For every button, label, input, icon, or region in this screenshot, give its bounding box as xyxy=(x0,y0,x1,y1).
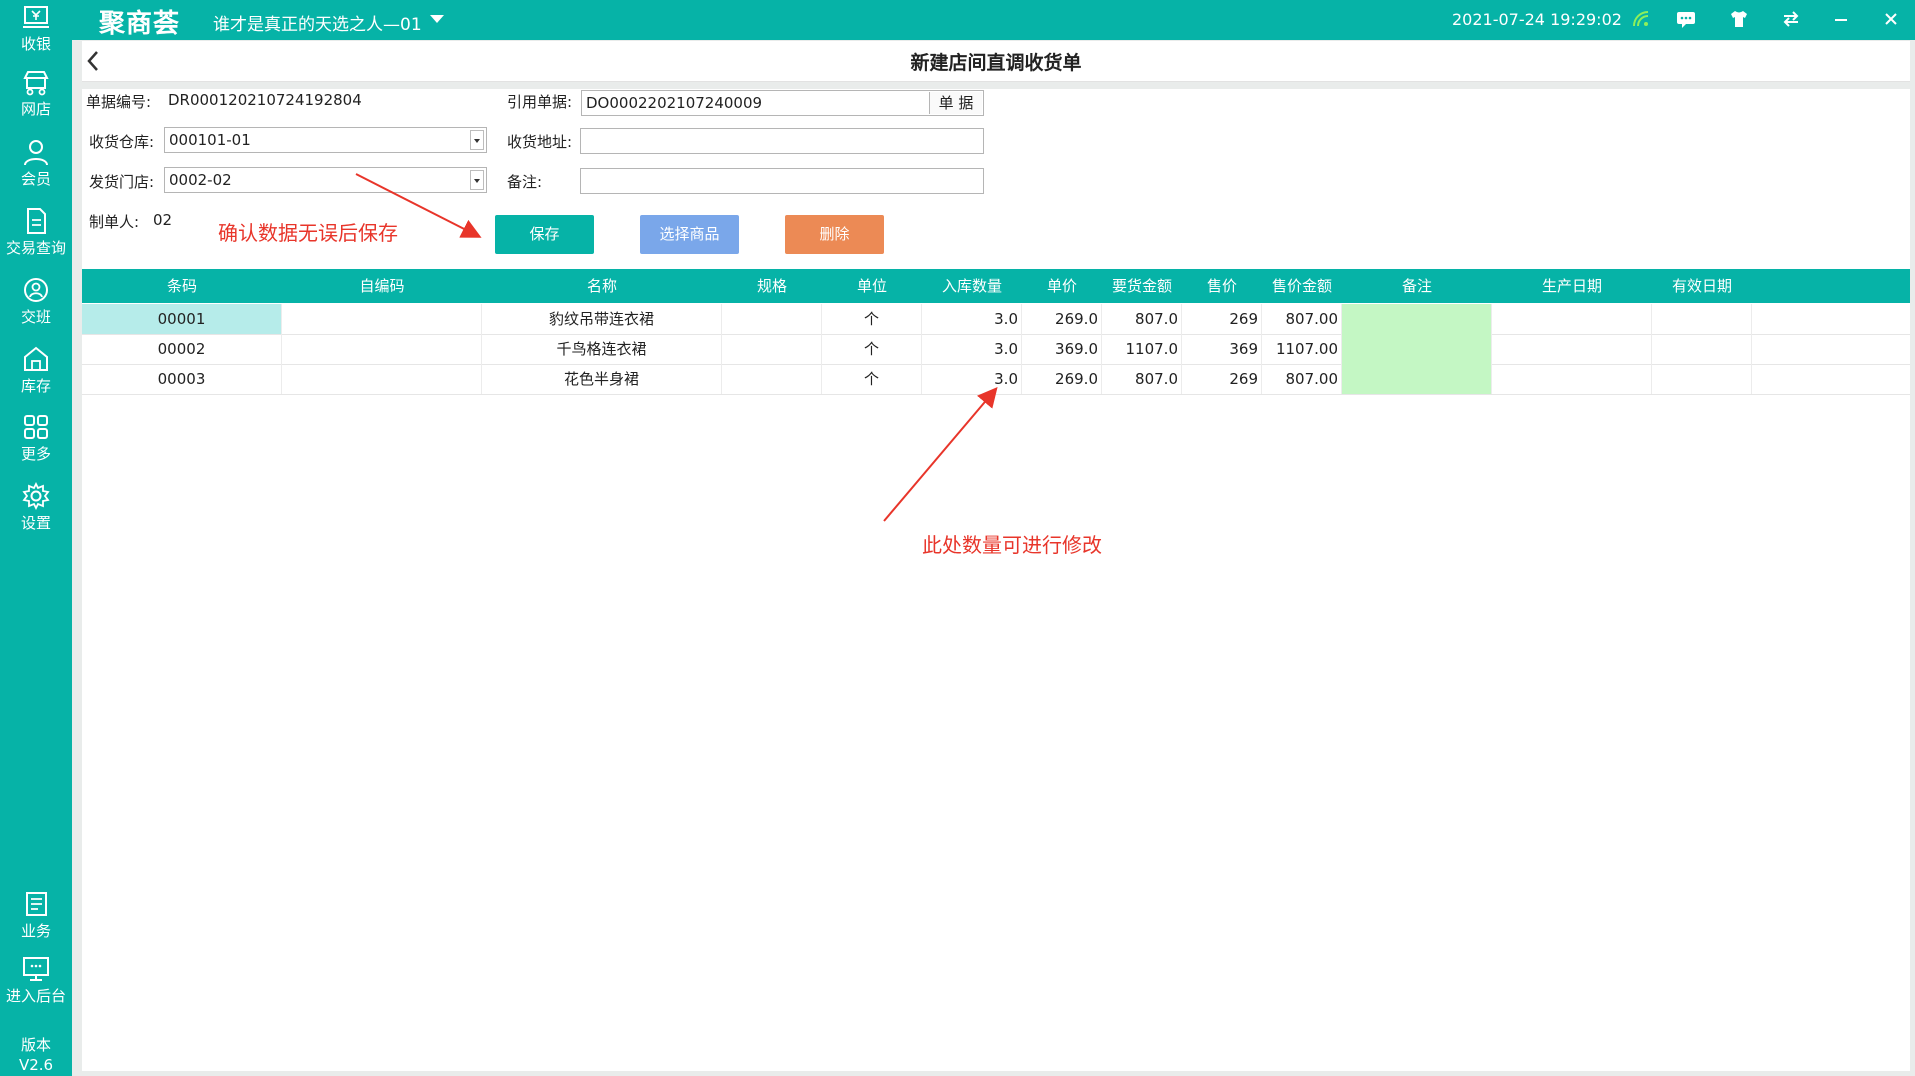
version-number: V2.6 xyxy=(18,1056,54,1074)
sidebar-item-label: 会员 xyxy=(20,170,51,188)
sidebar-item-shift[interactable]: 交班 xyxy=(0,276,72,340)
main-content: 新建店间直调收货单 单据编号: DR000120210724192804 引用单… xyxy=(82,41,1910,1071)
sidebar-item-inventory[interactable]: 库存 xyxy=(0,345,72,409)
message-icon[interactable] xyxy=(1675,8,1697,30)
save-hint-arrow xyxy=(355,173,482,238)
store-name[interactable]: 谁才是真正的天选之人—01 xyxy=(213,10,422,35)
switch-icon[interactable] xyxy=(1780,8,1802,30)
shift-icon xyxy=(24,278,48,302)
sidebar-item-transactions[interactable]: 交易查询 xyxy=(0,207,72,271)
sidebar-item-label: 交班 xyxy=(20,308,51,326)
version-info: 版本 V2.6 xyxy=(0,1035,72,1075)
settings-icon xyxy=(22,482,50,510)
version-label: 版本 xyxy=(20,1036,51,1054)
sidebar-item-label: 库存 xyxy=(20,377,51,395)
sidebar-item-label: 更多 xyxy=(20,445,51,463)
datetime: 2021-07-24 19:29:02 xyxy=(1452,10,1622,29)
sidebar-item-backend[interactable]: 进入后台 xyxy=(0,955,72,1019)
sidebar-item-business[interactable]: 业务 xyxy=(0,890,72,954)
inventory-icon xyxy=(24,346,48,371)
close-icon[interactable] xyxy=(1880,8,1902,30)
sidebar-item-settings[interactable]: 设置 xyxy=(0,482,72,546)
wifi-icon xyxy=(1630,8,1652,30)
app-logo: 聚商荟 xyxy=(99,9,181,39)
sidebar-item-label: 网店 xyxy=(20,100,51,118)
sidebar-item-online-store[interactable]: 网店 xyxy=(0,70,72,134)
sidebar-item-label: 设置 xyxy=(20,514,51,532)
more-icon xyxy=(24,415,48,439)
business-icon xyxy=(26,892,47,916)
sidebar-item-label: 业务 xyxy=(20,922,51,940)
sidebar: 收银 网店 会员 交易查询 交班 库存 更多 设置 业务 进入后台 版本 V2.… xyxy=(0,0,72,1076)
transaction-icon xyxy=(27,208,46,234)
skin-icon[interactable] xyxy=(1728,8,1750,30)
sidebar-item-member[interactable]: 会员 xyxy=(0,138,72,202)
sidebar-item-label: 交易查询 xyxy=(5,239,66,257)
cashier-icon xyxy=(23,6,49,28)
annotation-arrows xyxy=(355,173,998,522)
sidebar-item-label: 收银 xyxy=(20,35,51,53)
top-bar: 聚商荟 谁才是真正的天选之人—01 2021-07-24 19:29:02 xyxy=(0,0,1915,40)
sidebar-item-label: 进入后台 xyxy=(5,987,66,1005)
member-icon xyxy=(24,140,48,166)
sidebar-item-cashier[interactable]: 收银 xyxy=(0,5,72,69)
sidebar-item-more[interactable]: 更多 xyxy=(0,413,72,477)
chevron-down-icon[interactable] xyxy=(430,15,444,23)
minimize-icon[interactable] xyxy=(1830,8,1852,30)
backend-icon xyxy=(23,957,49,981)
online-store-icon xyxy=(23,71,49,96)
qty-hint-arrow xyxy=(883,386,998,522)
